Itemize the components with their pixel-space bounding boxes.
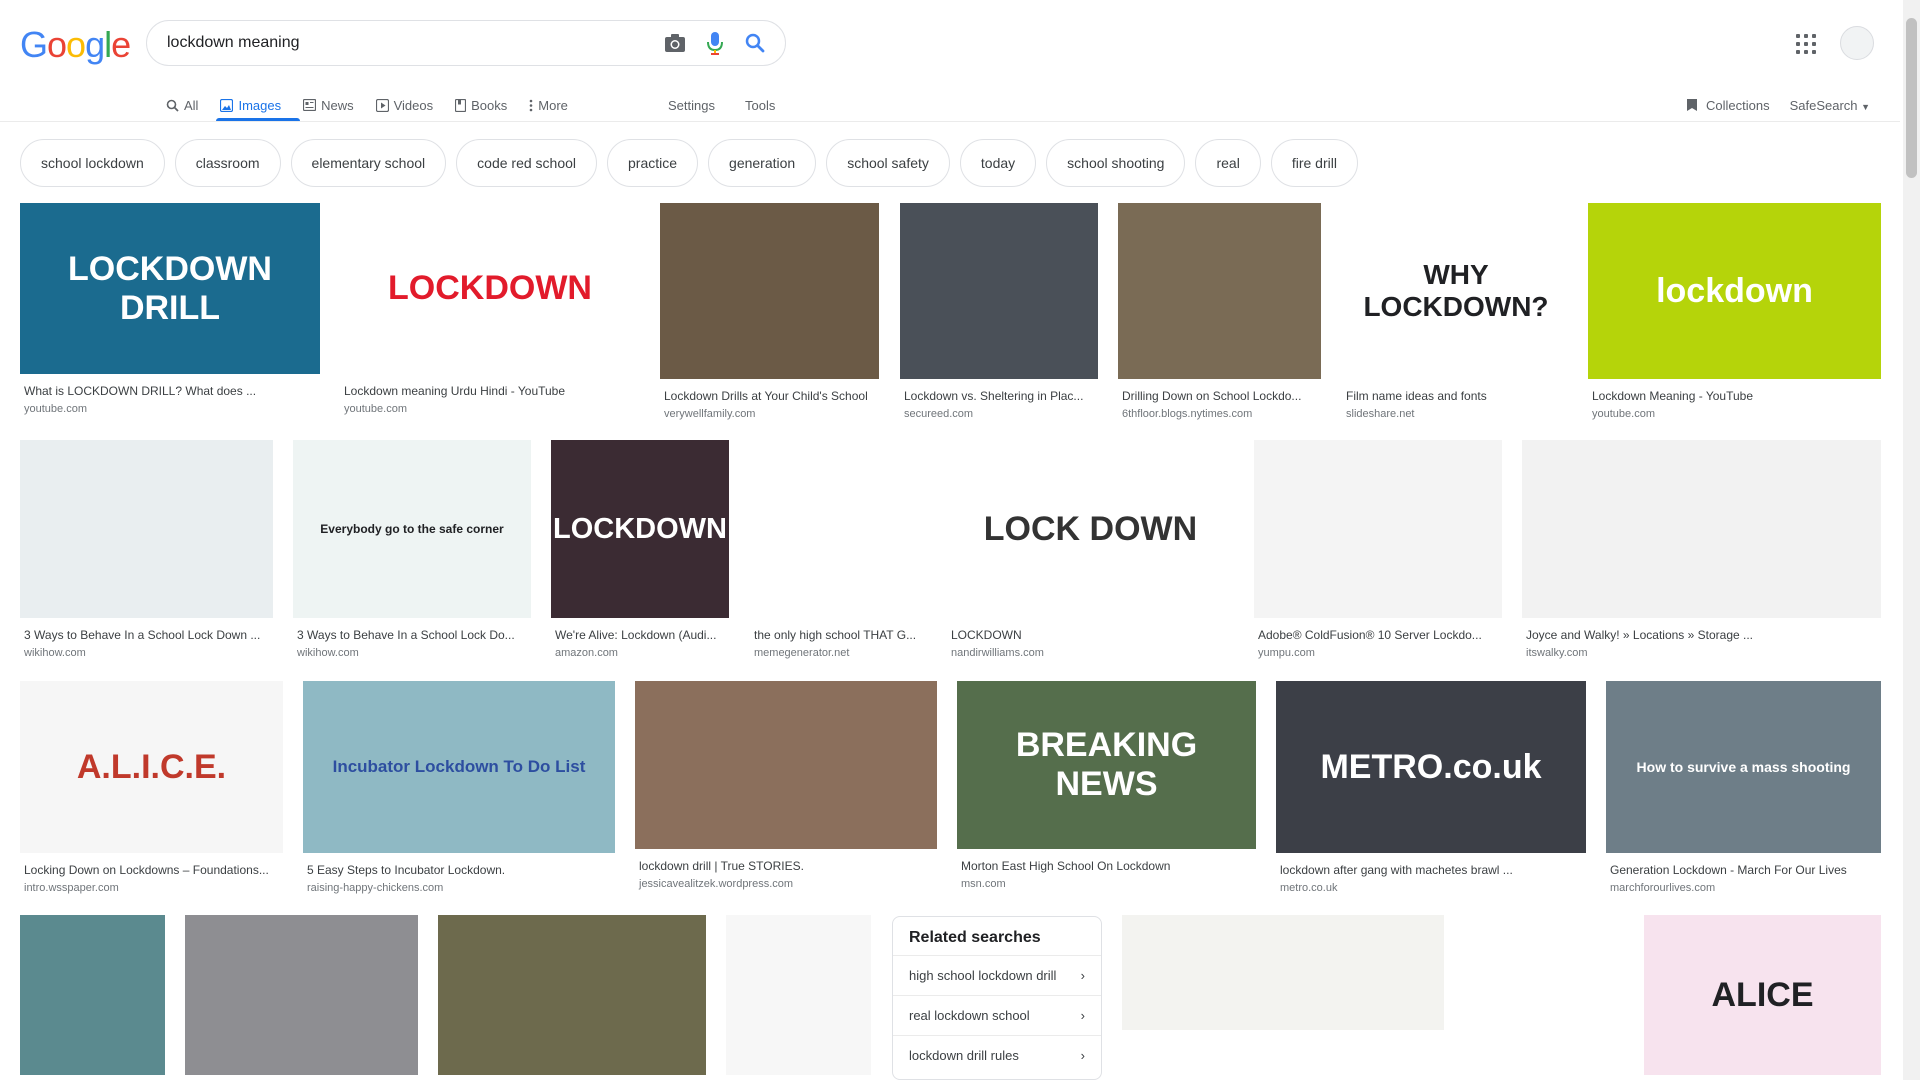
thumbnail-text: BREAKING NEWS	[1015, 726, 1198, 803]
result-source: nandirwilliams.com	[951, 647, 1044, 659]
google-images-page: Google All Images News	[0, 0, 1920, 1080]
result-thumbnail[interactable]	[20, 440, 273, 618]
thumbnail-text: LOCK DOWN	[983, 509, 1198, 548]
result-thumbnail[interactable]: WHY LOCKDOWN?	[1342, 203, 1570, 379]
result-source: verywellfamily.com	[664, 408, 756, 420]
thumbnail-text: How to survive a mass shooting	[1636, 759, 1851, 775]
related-search-label: high school lockdown drill	[909, 968, 1057, 983]
result-source: slideshare.net	[1346, 408, 1415, 420]
result-title[interactable]: Morton East High School On Lockdown	[961, 859, 1254, 873]
result-thumbnail[interactable]	[1522, 440, 1881, 618]
scrollbar-thumb[interactable]	[1906, 18, 1917, 178]
thumbnail-text: LOCKDOWN DRILL	[68, 249, 272, 327]
result-thumbnail[interactable]	[1122, 915, 1444, 1030]
related-search-item[interactable]: high school lockdown drill ›	[893, 955, 1101, 995]
result-title[interactable]: Locking Down on Lockdowns – Foundations.…	[24, 863, 281, 877]
result-title[interactable]: 3 Ways to Behave In a School Lock Do...	[297, 628, 529, 642]
result-thumbnail[interactable]: How to survive a mass shooting	[1606, 681, 1881, 853]
result-title[interactable]: We're Alive: Lockdown (Audi...	[555, 628, 727, 642]
result-title[interactable]: 3 Ways to Behave In a School Lock Down .…	[24, 628, 271, 642]
result-thumbnail[interactable]: Everybody go to the safe corner	[293, 440, 531, 618]
result-title[interactable]: LOCKDOWN	[951, 628, 1232, 642]
result-source: itswalky.com	[1526, 647, 1588, 659]
result-thumbnail[interactable]	[750, 440, 927, 618]
result-thumbnail[interactable]	[185, 915, 418, 1075]
result-thumbnail[interactable]: METRO.co.uk	[1276, 681, 1586, 853]
thumbnail-text: Everybody go to the safe corner	[320, 522, 504, 536]
result-title[interactable]: lockdown drill | True STORIES.	[639, 859, 935, 873]
result-thumbnail[interactable]: BREAKING NEWS	[957, 681, 1256, 849]
result-source: youtube.com	[24, 403, 87, 415]
result-source: metro.co.uk	[1280, 882, 1338, 894]
result-source: yumpu.com	[1258, 647, 1315, 659]
result-title[interactable]: Lockdown Meaning - YouTube	[1592, 389, 1879, 403]
thumbnail-text: Incubator Lockdown To Do List	[332, 757, 586, 776]
result-thumbnail[interactable]	[635, 681, 937, 849]
related-search-item[interactable]: lockdown drill rules ›	[893, 1035, 1101, 1075]
result-title[interactable]: Drilling Down on School Lockdo...	[1122, 389, 1319, 403]
result-source: wikihow.com	[297, 647, 359, 659]
result-thumbnail[interactable]	[726, 915, 871, 1075]
result-source: raising-happy-chickens.com	[307, 882, 444, 894]
result-title[interactable]: the only high school THAT G...	[754, 628, 925, 642]
result-title[interactable]: Joyce and Walky! » Locations » Storage .…	[1526, 628, 1879, 642]
result-title[interactable]: 5 Easy Steps to Incubator Lockdown.	[307, 863, 613, 877]
result-title[interactable]: lockdown after gang with machetes brawl …	[1280, 863, 1584, 877]
result-source: marchforourlives.com	[1610, 882, 1716, 894]
result-thumbnail[interactable]: ALICE	[1644, 915, 1881, 1075]
result-thumbnail[interactable]: Incubator Lockdown To Do List	[303, 681, 615, 853]
result-source: intro.wsspaper.com	[24, 882, 119, 894]
result-source: jessicavealitzek.wordpress.com	[639, 878, 794, 890]
result-source: memegenerator.net	[754, 647, 850, 659]
result-thumbnail[interactable]	[1464, 915, 1624, 1075]
result-source: wikihow.com	[24, 647, 86, 659]
result-source: youtube.com	[1592, 408, 1655, 420]
result-title[interactable]: Lockdown Drills at Your Child's School	[664, 389, 877, 403]
result-source: amazon.com	[555, 647, 618, 659]
result-title[interactable]: Film name ideas and fonts	[1346, 389, 1568, 403]
related-search-label: real lockdown school	[909, 1008, 1030, 1023]
result-source: youtube.com	[344, 403, 407, 415]
result-thumbnail[interactable]: LOCKDOWN	[340, 203, 640, 374]
result-thumbnail[interactable]	[1118, 203, 1321, 379]
result-title[interactable]: Lockdown vs. Sheltering in Plac...	[904, 389, 1096, 403]
result-source: secureed.com	[904, 408, 974, 420]
result-thumbnail[interactable]: A.L.I.C.E.	[20, 681, 283, 853]
related-searches-card: Related searches high school lockdown dr…	[892, 916, 1102, 1080]
related-searches-heading: Related searches	[909, 929, 1041, 946]
thumbnail-text: LOCKDOWN	[388, 269, 592, 307]
result-source: 6thfloor.blogs.nytimes.com	[1122, 408, 1253, 420]
thumbnail-text: lockdown	[1656, 271, 1813, 310]
result-thumbnail[interactable]: LOCKDOWN	[551, 440, 729, 618]
result-source: msn.com	[961, 878, 1006, 890]
related-search-item[interactable]: real lockdown school ›	[893, 995, 1101, 1035]
thumbnail-text: LOCKDOWN	[553, 512, 727, 545]
thumbnail-text: A.L.I.C.E.	[76, 747, 227, 786]
result-title[interactable]: Lockdown meaning Urdu Hindi - YouTube	[344, 384, 638, 398]
thumbnail-text: ALICE	[1711, 975, 1814, 1014]
result-thumbnail[interactable]	[660, 203, 879, 379]
chevron-right-icon: ›	[1080, 968, 1085, 983]
result-title[interactable]: Generation Lockdown - March For Our Live…	[1610, 863, 1879, 877]
thumbnail-text: WHY LOCKDOWN?	[1363, 259, 1549, 322]
thumbnail-text: METRO.co.uk	[1320, 747, 1542, 786]
related-search-label: lockdown drill rules	[909, 1048, 1019, 1063]
result-thumbnail[interactable]	[20, 915, 165, 1075]
result-thumbnail[interactable]	[900, 203, 1098, 379]
result-title[interactable]: What is LOCKDOWN DRILL? What does ...	[24, 384, 318, 398]
page-scrollbar[interactable]	[1903, 0, 1920, 1080]
chevron-right-icon: ›	[1080, 1008, 1085, 1023]
result-title[interactable]: Adobe® ColdFusion® 10 Server Lockdo...	[1258, 628, 1500, 642]
result-thumbnail[interactable]: LOCK DOWN	[947, 440, 1234, 618]
result-thumbnail[interactable]	[438, 915, 706, 1075]
result-thumbnail[interactable]: lockdown	[1588, 203, 1881, 379]
chevron-right-icon: ›	[1080, 1048, 1085, 1063]
result-thumbnail[interactable]	[1254, 440, 1502, 618]
result-thumbnail[interactable]: LOCKDOWN DRILL	[20, 203, 320, 374]
